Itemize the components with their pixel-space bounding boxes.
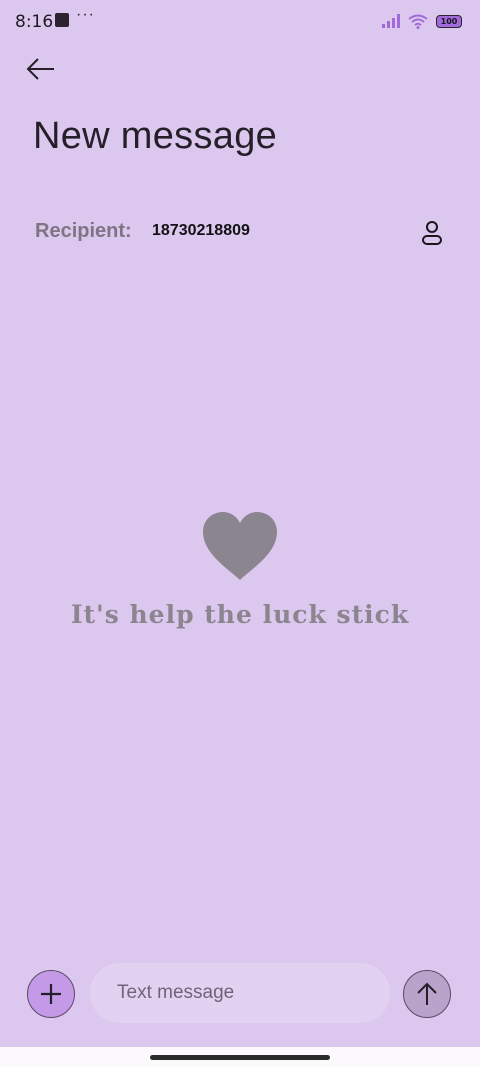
wifi-icon: [408, 14, 428, 29]
arrow-left-icon: [26, 58, 54, 80]
message-composer: [0, 960, 480, 1030]
attach-button[interactable]: [27, 970, 75, 1018]
notification-icon: [55, 13, 69, 27]
page-title: New message: [33, 115, 278, 157]
back-button[interactable]: [22, 52, 62, 86]
status-bar: 8:16 ··· 100: [0, 0, 480, 44]
navigation-bar: [0, 1047, 480, 1067]
more-notifications-icon: ···: [76, 6, 95, 23]
empty-state: It's help the luck stick: [0, 510, 480, 629]
status-time: 8:16: [15, 12, 54, 32]
contact-picker-button[interactable]: [417, 218, 447, 248]
person-icon: [422, 221, 442, 245]
message-input[interactable]: [90, 963, 390, 1023]
signal-icon: [382, 14, 400, 28]
send-button[interactable]: [403, 970, 451, 1018]
battery-icon: 100: [436, 14, 462, 28]
heart-icon: [203, 512, 277, 580]
home-gesture-handle[interactable]: [150, 1055, 330, 1060]
plus-icon: [41, 984, 61, 1004]
recipient-input[interactable]: 18730218809: [152, 222, 250, 240]
recipient-row: Recipient: 18730218809: [35, 216, 455, 250]
empty-state-text: It's help the luck stick: [70, 600, 410, 629]
arrow-up-icon: [417, 982, 437, 1005]
status-indicators: 100: [382, 10, 462, 32]
recipient-label: Recipient:: [35, 220, 132, 242]
